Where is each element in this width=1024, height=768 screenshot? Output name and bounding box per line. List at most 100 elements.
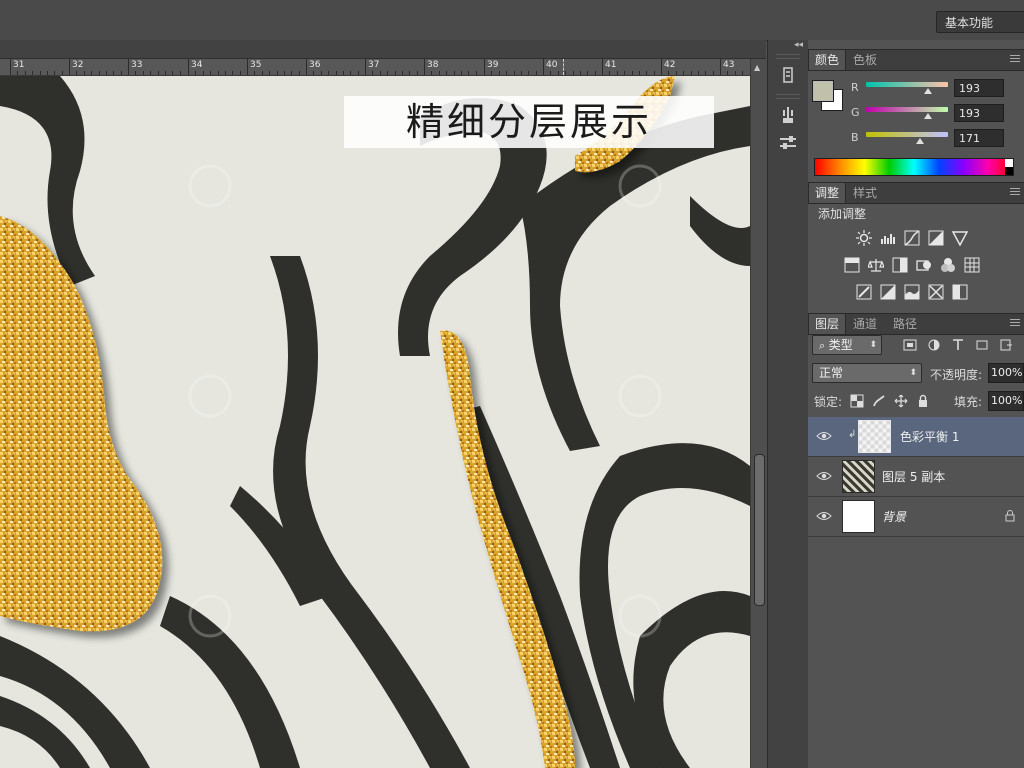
channel-mixer-icon[interactable]	[940, 257, 956, 273]
tab-adjustments[interactable]: 调整	[808, 183, 847, 203]
ruler-minor-tick	[158, 71, 159, 75]
vertical-scrollbar[interactable]: ▲	[750, 59, 767, 768]
black-white-icon[interactable]	[892, 257, 908, 273]
ruler-minor-tick	[17, 71, 18, 75]
green-value-field[interactable]: 193	[954, 104, 1004, 122]
ruler-minor-tick	[683, 71, 684, 75]
color-balance-icon[interactable]	[868, 257, 884, 273]
visibility-eye-icon[interactable]	[816, 429, 832, 443]
ruler-minor-tick	[343, 71, 344, 75]
layer-name[interactable]: 图层 5 副本	[882, 468, 945, 485]
vibrance-icon[interactable]	[952, 230, 968, 246]
color-lookup-icon[interactable]	[964, 257, 980, 273]
panel-menu-icon[interactable]	[1010, 188, 1020, 197]
ruler-minor-tick	[262, 71, 263, 75]
fill-label: 填充:	[954, 395, 983, 409]
color-spectrum-bar[interactable]	[814, 158, 1014, 176]
history-icon[interactable]	[776, 64, 800, 86]
visibility-eye-icon[interactable]	[816, 509, 832, 523]
tab-layers[interactable]: 图层	[808, 314, 847, 334]
threshold-icon[interactable]	[904, 284, 920, 300]
ruler-label: 35	[250, 60, 262, 70]
blue-value-field[interactable]: 171	[954, 129, 1004, 147]
lock-transparency-icon[interactable]	[850, 394, 864, 408]
curves-icon[interactable]	[904, 230, 920, 246]
hue-saturation-icon[interactable]	[844, 257, 860, 273]
green-slider[interactable]	[866, 107, 948, 112]
invert-icon[interactable]	[856, 284, 872, 300]
red-slider-handle[interactable]	[924, 88, 932, 94]
layer-thumbnail[interactable]	[842, 460, 875, 493]
scroll-up-icon[interactable]: ▲	[754, 63, 760, 72]
tab-swatches[interactable]: 色板	[847, 50, 883, 70]
layer-filter-dropdown[interactable]: ⌕ 类型 ⬍	[812, 335, 882, 355]
add-adjustment-title: 添加调整	[818, 207, 867, 221]
lock-label: 锁定:	[814, 395, 843, 409]
lock-pixels-icon[interactable]	[872, 394, 886, 408]
panel-menu-icon[interactable]	[1010, 55, 1020, 64]
workspace-switcher[interactable]: 基本功能	[936, 11, 1024, 33]
ruler-minor-tick	[113, 71, 114, 75]
red-value-field[interactable]: 193	[954, 79, 1004, 97]
blue-slider-handle[interactable]	[916, 138, 924, 144]
layer-row[interactable]: 背景	[808, 497, 1024, 537]
layer-thumbnail[interactable]	[842, 500, 875, 533]
levels-icon[interactable]	[880, 230, 896, 246]
brightness-icon[interactable]	[856, 230, 872, 246]
lock-position-icon[interactable]	[894, 394, 908, 408]
collapse-panels-icon[interactable]: ◂◂	[794, 40, 803, 50]
filter-shape-icon[interactable]	[975, 339, 989, 351]
ruler-minor-tick	[491, 71, 492, 75]
tab-styles[interactable]: 样式	[847, 183, 883, 203]
brush-presets-icon[interactable]	[776, 104, 800, 126]
tab-paths[interactable]: 路径	[887, 314, 923, 334]
tab-color[interactable]: 颜色	[808, 50, 847, 70]
ruler-minor-tick	[150, 71, 151, 75]
selective-color-icon[interactable]	[928, 284, 944, 300]
dock-grip[interactable]	[776, 54, 800, 59]
gradient-map-icon[interactable]	[952, 284, 968, 300]
visibility-eye-icon[interactable]	[816, 469, 832, 483]
options-bar: 基本功能	[0, 0, 1024, 41]
foreground-color-swatch[interactable]	[812, 80, 834, 102]
exposure-icon[interactable]	[928, 230, 944, 246]
opacity-field[interactable]: 100%	[988, 363, 1024, 383]
ruler-label: 40	[546, 60, 558, 70]
document-canvas[interactable]	[0, 76, 750, 768]
filter-adjustment-icon[interactable]	[927, 339, 941, 351]
layer-name[interactable]: 背景	[882, 508, 906, 525]
layer-row[interactable]: 图层 5 副本	[808, 457, 1024, 497]
ruler-tick	[365, 59, 366, 75]
ruler-minor-tick	[240, 71, 241, 75]
filter-type-icon[interactable]	[951, 339, 965, 351]
ruler-minor-tick	[646, 71, 647, 75]
layer-row[interactable]: ↲ 色彩平衡 1	[808, 417, 1024, 457]
posterize-icon[interactable]	[880, 284, 896, 300]
blend-mode-dropdown[interactable]: 正常 ⬍	[812, 363, 922, 383]
ruler-minor-tick	[99, 71, 100, 75]
ruler-minor-tick	[62, 71, 63, 75]
panel-menu-icon[interactable]	[1010, 319, 1020, 328]
red-slider[interactable]	[866, 82, 948, 87]
filter-smart-object-icon[interactable]	[999, 339, 1013, 351]
layer-name[interactable]: 色彩平衡 1	[900, 428, 959, 445]
blue-slider[interactable]	[866, 132, 948, 137]
filter-pixel-icon[interactable]	[903, 339, 917, 351]
scrollbar-thumb[interactable]	[754, 454, 765, 606]
ruler-minor-tick	[54, 71, 55, 75]
tab-channels[interactable]: 通道	[847, 314, 883, 334]
ruler-tick	[543, 59, 544, 75]
dock-grip[interactable]	[776, 94, 800, 99]
fill-field[interactable]: 100%	[988, 391, 1024, 411]
layer-thumbnail[interactable]	[858, 420, 891, 453]
ruler-minor-tick	[402, 71, 403, 75]
ruler-minor-tick	[218, 71, 219, 75]
lock-all-icon[interactable]	[916, 394, 930, 408]
green-slider-handle[interactable]	[924, 113, 932, 119]
ruler-minor-tick	[565, 71, 566, 75]
ruler-minor-tick	[461, 71, 462, 75]
photo-filter-icon[interactable]	[916, 257, 932, 273]
canvas-caption: 精细分层展示	[344, 96, 714, 148]
ruler-minor-tick	[91, 71, 92, 75]
tool-presets-icon[interactable]	[776, 132, 800, 154]
